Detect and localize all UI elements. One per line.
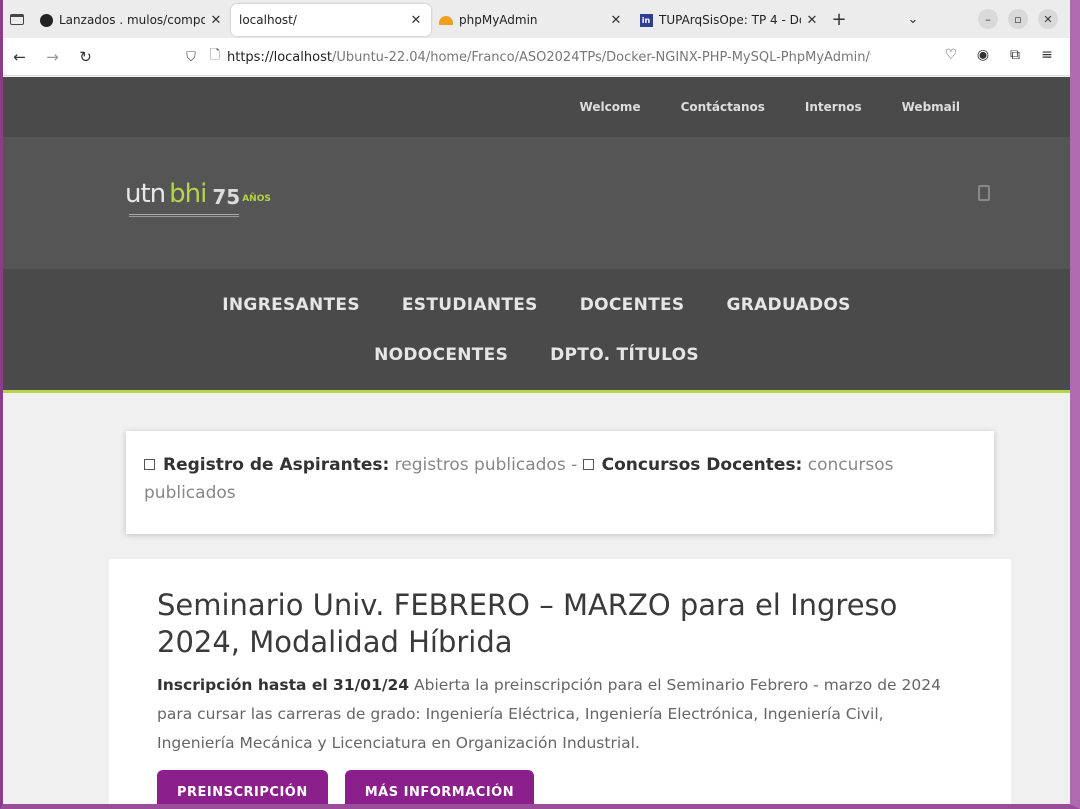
preinscripcion-button[interactable]: PREINSCRIPCIÓN (157, 770, 328, 804)
nav-graduados[interactable]: GRADUADOS (726, 295, 850, 315)
top-links-bar: Welcome Contáctanos Internos Webmail (3, 77, 1070, 137)
card-lead-bold: Inscripción hasta el 31/01/24 (157, 676, 410, 694)
tab-title: TUPArqSisOpe: TP 4 - Do (659, 13, 801, 27)
nav-nodocentes[interactable]: NODOCENTES (374, 345, 508, 365)
shield-icon[interactable]: ⛉ (179, 50, 203, 65)
notice-box: Registro de Aspirantes: registros public… (126, 431, 994, 534)
site-header: utn bhi 75 AÑOS (3, 137, 1070, 269)
tup-icon: in (639, 13, 653, 27)
site-logo[interactable]: utn bhi 75 AÑOS (125, 179, 271, 209)
pocket-icon[interactable]: ♡ (942, 47, 960, 63)
registro-aspirantes-text: registros publicados - (389, 455, 583, 475)
menu-icon[interactable]: ≡ (1038, 47, 1056, 63)
mas-informacion-button[interactable]: MÁS INFORMACIÓN (344, 770, 535, 804)
maximize-icon[interactable]: ▫ (1008, 9, 1028, 29)
phpmyadmin-icon (439, 13, 453, 27)
main-navigation: INGRESANTES ESTUDIANTES DOCENTES GRADUAD… (3, 269, 1070, 393)
checkbox-icon (582, 459, 594, 470)
tab-overview-icon (10, 13, 24, 25)
close-window-icon[interactable]: ✕ (1038, 9, 1058, 29)
tab-overview-button[interactable] (3, 0, 31, 38)
link-internos[interactable]: Internos (805, 100, 862, 114)
logo-anios: AÑOS (242, 194, 271, 204)
checkbox-icon (144, 459, 155, 470)
url-host: https://localhost (227, 49, 332, 65)
url-path: /Ubuntu-22.04/home/Franco/ASO2024TPs/Doc… (331, 49, 871, 65)
logo-tagline (129, 214, 239, 217)
tab-tuparqsisope[interactable]: in TUPArqSisOpe: TP 4 - Do ✕ (631, 4, 827, 36)
reload-icon[interactable]: ↻ (69, 48, 102, 66)
card-buttons: PREINSCRIPCIÓN MÁS INFORMACIÓN (157, 770, 963, 804)
news-card: Seminario Univ. FEBRERO – MARZO para el … (109, 559, 1011, 804)
concursos-docentes-label[interactable]: Concursos Docentes: (602, 455, 803, 475)
card-body: Inscripción hasta el 31/01/24 Abierta la… (157, 671, 963, 758)
tab-localhost[interactable]: localhost/ ✕ (231, 4, 431, 36)
forward-arrow-icon[interactable]: → (36, 48, 69, 66)
tab-github[interactable]: Lanzados . mulos/compo ✕ (31, 4, 231, 36)
link-contactanos[interactable]: Contáctanos (681, 100, 765, 114)
logo-utn: utn (125, 179, 166, 209)
new-tab-button[interactable]: + (827, 9, 851, 30)
chevron-down-icon[interactable]: ⌄ (901, 12, 925, 27)
tab-title: phpMyAdmin (459, 13, 538, 27)
extensions-icon[interactable]: ⧉ (1006, 47, 1024, 63)
tab-title: Lanzados . mulos/compo (59, 13, 205, 27)
close-icon[interactable]: ✕ (409, 13, 423, 28)
close-icon[interactable]: ✕ (609, 13, 623, 28)
back-arrow-icon[interactable]: ← (3, 48, 36, 66)
url-bar[interactable]: ⛉ 🗋 https://localhost/Ubuntu-22.04/home/… (179, 43, 871, 71)
close-icon[interactable]: ✕ (805, 13, 819, 28)
web-page: Welcome Contáctanos Internos Webmail utn… (3, 77, 1070, 804)
close-icon[interactable]: ✕ (209, 13, 223, 28)
nav-dpto-titulos[interactable]: DPTO. TÍTULOS (550, 345, 699, 365)
mobile-menu-icon[interactable] (978, 185, 990, 201)
tab-bar: Lanzados . mulos/compo ✕ localhost/ ✕ ph… (3, 0, 1070, 38)
navigation-bar: ← → ↻ ⛉ 🗋 https://localhost/Ubuntu-22.04… (3, 38, 1070, 76)
tab-phpmyadmin[interactable]: phpMyAdmin ✕ (431, 4, 631, 36)
minimize-icon[interactable]: – (978, 9, 998, 29)
link-webmail[interactable]: Webmail (902, 100, 960, 114)
tab-title: localhost/ (239, 13, 297, 27)
registro-aspirantes-label[interactable]: Registro de Aspirantes: (163, 455, 389, 475)
toolbar-right: ♡ ◉ ⧉ ≡ (942, 47, 1056, 63)
account-icon[interactable]: ◉ (974, 47, 992, 63)
card-title[interactable]: Seminario Univ. FEBRERO – MARZO para el … (157, 587, 963, 661)
nav-estudiantes[interactable]: ESTUDIANTES (402, 295, 538, 315)
nav-docentes[interactable]: DOCENTES (580, 295, 685, 315)
link-welcome[interactable]: Welcome (580, 100, 641, 114)
url-text[interactable]: https://localhost/Ubuntu-22.04/home/Fran… (227, 50, 871, 65)
nav-ingresantes[interactable]: INGRESANTES (222, 295, 360, 315)
browser-window: Lanzados . mulos/compo ✕ localhost/ ✕ ph… (0, 0, 1080, 809)
logo-75: 75 (212, 185, 241, 209)
page-icon[interactable]: 🗋 (203, 46, 227, 68)
github-icon (39, 13, 53, 27)
window-controls: – ▫ ✕ (978, 9, 1058, 29)
logo-bhi: bhi (169, 179, 207, 209)
